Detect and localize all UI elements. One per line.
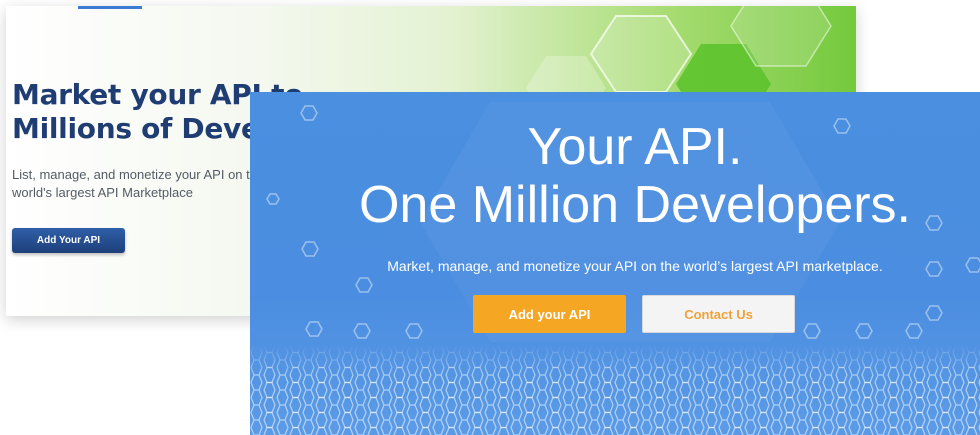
front-hero-subtitle: Market, manage, and monetize your API on… [387, 258, 883, 274]
hexagon-pattern-band [250, 345, 980, 435]
front-hero-title: Your API. One Million Developers. [250, 118, 980, 234]
top-accent-bar [78, 6, 142, 9]
contact-us-button[interactable]: Contact Us [642, 295, 795, 333]
front-hero-card: Your API. One Million Developers. Market… [250, 92, 980, 435]
front-title-line-2: One Million Developers. [358, 176, 912, 234]
front-title-line-1: Your API. [527, 118, 743, 176]
add-your-api-button-back[interactable]: Add Your API [12, 228, 125, 253]
add-your-api-button[interactable]: Add your API [473, 295, 626, 333]
back-hero-description: List, manage, and monetize your API on t… [12, 167, 265, 200]
